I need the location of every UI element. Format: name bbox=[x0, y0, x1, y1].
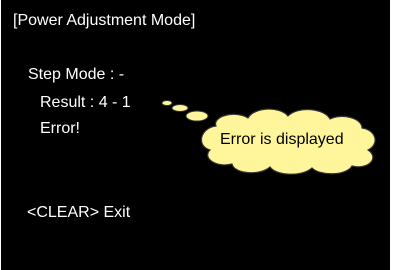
result-line: Result : 4 - 1 bbox=[40, 94, 131, 111]
clear-exit-hint: <CLEAR> Exit bbox=[27, 204, 131, 221]
error-line: Error! bbox=[40, 120, 80, 137]
callout-text: Error is displayed bbox=[220, 131, 344, 148]
mode-title: [Power Adjustment Mode] bbox=[13, 12, 196, 29]
step-mode-line: Step Mode : - bbox=[28, 66, 125, 83]
